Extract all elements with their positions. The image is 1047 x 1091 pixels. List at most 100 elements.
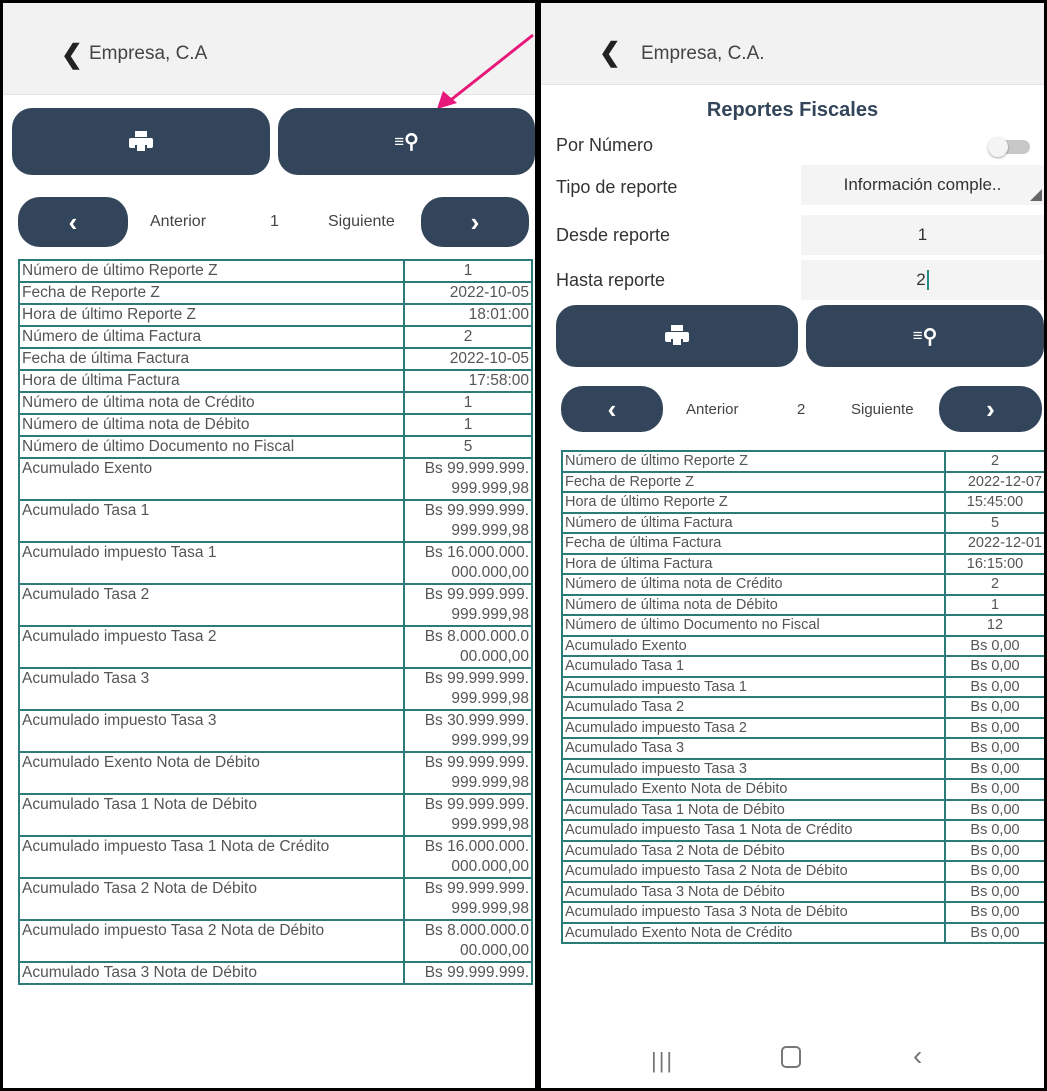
table-row: Acumulado impuesto Tasa 2 Bs 0,00 xyxy=(561,716,1044,739)
table-row: Acumulado Tasa 2 Bs 99.999.999. 999.999,9… xyxy=(18,583,533,627)
tipo-reporte-select[interactable]: Información comple.. xyxy=(801,165,1044,205)
back-arrow-icon[interactable]: ❮ xyxy=(61,41,83,67)
row-value: Bs 0,00 xyxy=(944,921,1044,944)
print-button[interactable] xyxy=(12,108,270,175)
table-row: Número de último Documento no Fiscal 12 xyxy=(561,614,1044,637)
row-value: 16:15:00 xyxy=(944,552,1044,575)
table-row: Acumulado impuesto Tasa 3 Bs 0,00 xyxy=(561,757,1044,780)
row-label: Acumulado Tasa 2 Nota de Débito xyxy=(18,877,405,921)
next-label: Siguiente xyxy=(328,213,395,230)
row-label: Acumulado Tasa 2 xyxy=(18,583,405,627)
row-label: Acumulado impuesto Tasa 1 Nota de Crédit… xyxy=(18,835,405,879)
table-row: Acumulado Tasa 1 Nota de Débito Bs 99.999… xyxy=(18,793,533,837)
tipo-reporte-value: Información comple.. xyxy=(843,175,1002,194)
row-value: Bs 16.000.000. 000.000,00 xyxy=(403,541,533,585)
por-numero-label: Por Número xyxy=(556,135,654,155)
row-label: Número de última nota de Crédito xyxy=(18,391,405,415)
row-label: Acumulado Tasa 2 Nota de Débito xyxy=(561,839,946,862)
row-value: 2 xyxy=(944,450,1044,473)
previous-button[interactable]: ‹ xyxy=(18,197,128,247)
table-row: Acumulado Tasa 1 Bs 0,00 xyxy=(561,655,1044,678)
row-label: Fecha de última Factura xyxy=(18,347,405,371)
row-label: Número de último Reporte Z xyxy=(18,259,405,283)
table-row: Número de última nota de Débito 1 xyxy=(561,593,1044,616)
previous-label: Anterior xyxy=(150,213,207,230)
row-value: Bs 0,00 xyxy=(944,901,1044,924)
page-number: 1 xyxy=(270,213,279,230)
row-label: Acumulado impuesto Tasa 2 xyxy=(561,716,946,739)
row-value: 18:01:00 xyxy=(403,303,533,327)
table-row: Hora de última Factura 17:58:00 xyxy=(18,369,533,393)
table-row: Número de última nota de Crédito 2 xyxy=(561,573,1044,596)
row-label: Número de último Reporte Z xyxy=(561,450,946,473)
chevron-right-icon: › xyxy=(470,206,480,237)
row-label: Fecha de última Factura xyxy=(561,532,946,555)
back-nav-icon[interactable]: ‹ xyxy=(913,1040,922,1072)
row-value: Bs 30.999.999. 999.999,99 xyxy=(403,709,533,753)
right-screen: ❮ Empresa, C.A. Reportes Fiscales Por Nú… xyxy=(541,3,1044,1088)
printer-icon xyxy=(665,325,689,347)
desde-reporte-input[interactable]: 1 xyxy=(801,215,1044,255)
previous-button[interactable]: ‹ xyxy=(561,386,663,432)
row-label: Número de última Factura xyxy=(18,325,405,349)
row-value: Bs 0,00 xyxy=(944,880,1044,903)
row-label: Acumulado Exento xyxy=(18,457,405,501)
list-search-icon: ≡ ⚲ xyxy=(394,131,419,153)
table-row: Número de última nota de Débito 1 xyxy=(18,413,533,437)
row-value: 1 xyxy=(403,413,533,437)
table-row: Número de último Reporte Z1 xyxy=(18,259,533,283)
row-value: Bs 99.999.999. 999.999,98 xyxy=(403,751,533,795)
row-value: Bs 0,00 xyxy=(944,860,1044,883)
next-button[interactable]: › xyxy=(421,197,529,247)
text-cursor xyxy=(926,270,929,290)
chevron-left-icon: ‹ xyxy=(607,393,617,424)
row-value: 2022-12-07 xyxy=(944,470,1044,493)
row-value: Bs 8.000.000.0 00.000,00 xyxy=(403,625,533,669)
table-row: Acumulado Tasa 3 Bs 0,00 xyxy=(561,737,1044,760)
table-row: Fecha de última Factura 2022-12-01 xyxy=(561,532,1044,555)
por-numero-toggle[interactable] xyxy=(988,137,1030,157)
hasta-reporte-value: 2 xyxy=(916,270,926,289)
table-row: Acumulado Exento Nota de Débito Bs 0,00 xyxy=(561,778,1044,801)
preview-button[interactable]: ≡ ⚲ xyxy=(806,305,1044,367)
row-value: 2022-12-01 xyxy=(944,532,1044,555)
row-label: Número de último Documento no Fiscal xyxy=(561,614,946,637)
table-row: Acumulado Exento Nota de Crédito Bs 0,00 xyxy=(561,921,1044,944)
chevron-left-icon: ‹ xyxy=(68,206,78,237)
back-arrow-icon[interactable]: ❮ xyxy=(599,39,621,65)
row-value: Bs 0,00 xyxy=(944,696,1044,719)
row-label: Número de última nota de Crédito xyxy=(561,573,946,596)
row-value: Bs 99.999.999. xyxy=(403,961,533,985)
row-value: 5 xyxy=(403,435,533,459)
row-value: Bs 0,00 xyxy=(944,819,1044,842)
home-icon[interactable] xyxy=(781,1046,801,1068)
dropdown-triangle-icon xyxy=(1030,189,1042,201)
hasta-reporte-input[interactable]: 2 xyxy=(801,260,1044,300)
table-row: Acumulado impuesto Tasa 1 Bs 0,00 xyxy=(561,675,1044,698)
android-nav-bar: ||| ‹ xyxy=(541,1030,1044,1088)
row-label: Acumulado impuesto Tasa 2 xyxy=(18,625,405,669)
next-button[interactable]: › xyxy=(939,386,1042,432)
table-row: Número de última nota de Crédito 1 xyxy=(18,391,533,415)
row-label: Acumulado Tasa 3 Nota de Débito xyxy=(561,880,946,903)
row-label: Acumulado Tasa 3 Nota de Débito xyxy=(18,961,405,985)
fiscal-report-table: Número de último Reporte Z 2 Fecha de Repo… xyxy=(561,450,1044,944)
table-row: Acumulado impuesto Tasa 1 Nota de Crédit… xyxy=(561,819,1044,842)
table-row: Hora de último Reporte Z 18:01:00 xyxy=(18,303,533,327)
row-label: Hora de última Factura xyxy=(18,369,405,393)
recents-icon[interactable]: ||| xyxy=(651,1048,674,1074)
row-label: Número de último Documento no Fiscal xyxy=(18,435,405,459)
table-row: Acumulado Exento Bs 99.999.999. 999.999,9… xyxy=(18,457,533,501)
print-button[interactable] xyxy=(556,305,798,367)
table-row: Acumulado Tasa 1 Bs 99.999.999. 999.999,9… xyxy=(18,499,533,543)
row-value: 1 xyxy=(403,259,533,283)
row-value: Bs 99.999.999. 999.999,98 xyxy=(403,667,533,711)
row-label: Acumulado Tasa 1 Nota de Débito xyxy=(18,793,405,837)
preview-button[interactable]: ≡ ⚲ xyxy=(278,108,535,175)
table-row: Acumulado impuesto Tasa 2 Nota de Débito… xyxy=(18,919,533,963)
row-value: 1 xyxy=(944,593,1044,616)
table-row: Número de última Factura 5 xyxy=(561,511,1044,534)
row-label: Hora de última Factura xyxy=(561,552,946,575)
row-value: Bs 0,00 xyxy=(944,798,1044,821)
table-row: Acumulado Tasa 3 Nota de Débito Bs 99.999… xyxy=(18,961,533,985)
